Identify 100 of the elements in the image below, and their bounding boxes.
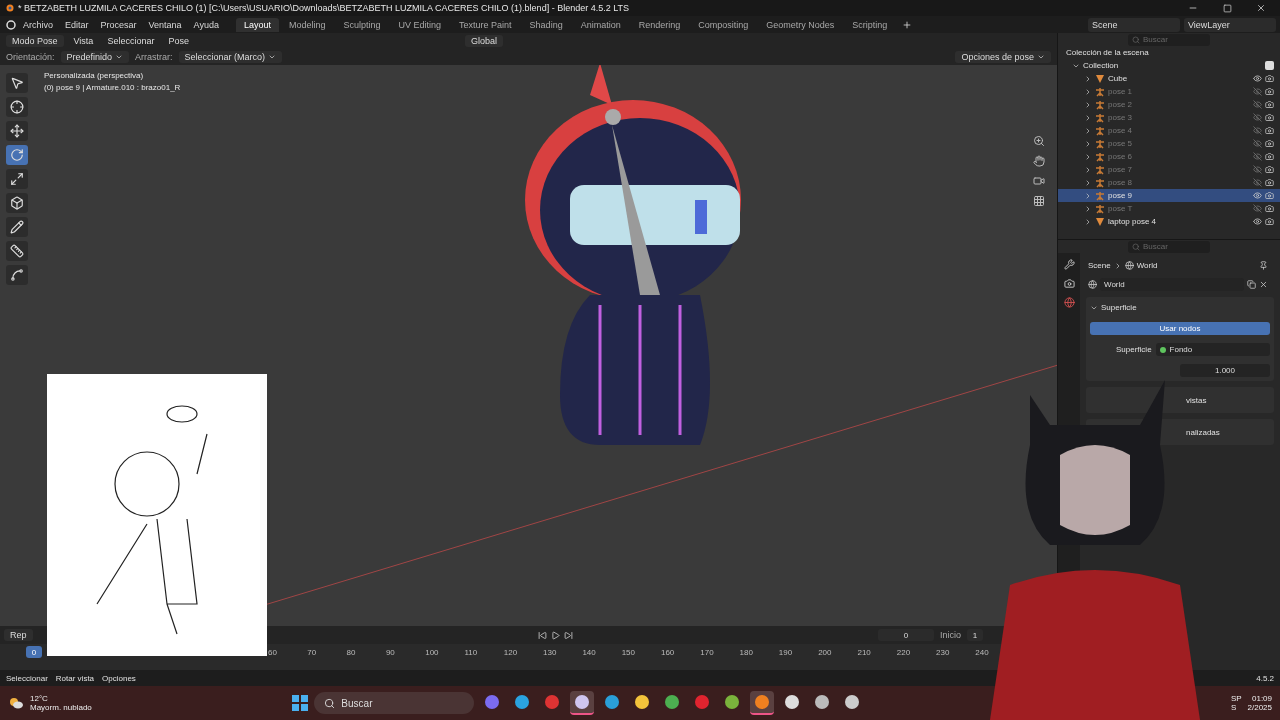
workspace-tab[interactable]: UV Editing (390, 17, 450, 32)
start-frame-field[interactable]: 1 (967, 629, 983, 641)
workspace-tab[interactable]: Compositing (690, 17, 757, 32)
breadcrumb-item[interactable]: World (1136, 261, 1158, 270)
eye-closed-icon[interactable] (1253, 87, 1262, 96)
menu-item[interactable]: Editar (60, 18, 94, 31)
tool-button[interactable] (6, 145, 28, 165)
tool-button[interactable] (6, 97, 28, 117)
workspace-tab[interactable]: Layout (235, 17, 279, 32)
world-field[interactable]: World (1100, 278, 1244, 291)
subpanel-title[interactable]: nalizadas (1186, 427, 1220, 437)
tool-button[interactable] (6, 73, 28, 93)
jump-end-button[interactable] (562, 630, 574, 640)
workspace-tab[interactable]: Scripting (844, 17, 896, 32)
camera-icon[interactable] (1063, 278, 1075, 289)
camera-icon[interactable] (1265, 178, 1274, 187)
language-code[interactable]: SP (1230, 694, 1242, 703)
camera-icon[interactable] (1265, 217, 1274, 226)
camera-icon[interactable] (1265, 74, 1274, 83)
3d-viewport[interactable]: Personalizada (perspectiva) (0) pose 9 | Armature.010 : brazo01_R (0, 65, 1057, 626)
zoom-button[interactable] (1031, 133, 1047, 149)
camera-icon[interactable] (1265, 87, 1274, 96)
copy-icon[interactable] (1247, 280, 1256, 289)
workspace-tab[interactable]: Sculpting (335, 17, 389, 32)
eye-icon[interactable] (1253, 217, 1262, 226)
camera-icon[interactable] (1265, 191, 1274, 200)
orientation-dropdown[interactable]: Global (464, 35, 503, 47)
panel-title[interactable]: Superficie (1101, 303, 1137, 312)
outliner-item[interactable]: pose 9 (1108, 191, 1133, 200)
grid-button[interactable] (1031, 193, 1047, 209)
menu-item[interactable]: Archivo (18, 18, 58, 31)
drag-dropdown[interactable]: Seleccionar (Marco) (178, 51, 283, 63)
viewport-menu[interactable]: Pose (164, 35, 193, 47)
mode-dropdown[interactable]: Modo Pose (6, 35, 64, 47)
pivot-dropdown[interactable]: Predefinido (60, 51, 130, 63)
eye-closed-icon[interactable] (1253, 204, 1262, 213)
breadcrumb-item[interactable]: Scene (1088, 261, 1111, 270)
camera-icon[interactable] (1265, 100, 1274, 109)
menu-item[interactable]: Ayuda (188, 18, 224, 31)
tool-button[interactable] (6, 121, 28, 141)
language-variant[interactable]: S (1230, 703, 1242, 712)
use-nodes-button[interactable]: Usar nodos (1090, 322, 1270, 335)
tool-button[interactable] (6, 169, 28, 189)
taskbar-app-button[interactable] (750, 691, 775, 715)
workspace-tab[interactable]: Shading (521, 17, 571, 32)
menu-item[interactable]: Ventana (143, 18, 187, 31)
windows-start-icon[interactable] (292, 695, 309, 711)
taskbar-app-button[interactable] (570, 691, 595, 715)
eye-closed-icon[interactable] (1253, 139, 1262, 148)
tool-button[interactable] (6, 265, 28, 285)
tool-button[interactable] (6, 193, 28, 213)
camera-icon[interactable] (1265, 113, 1274, 122)
scene-field[interactable]: Scene (1088, 17, 1180, 32)
eye-closed-icon[interactable] (1253, 100, 1262, 109)
eye-icon[interactable] (1253, 191, 1262, 200)
jump-start-button[interactable] (536, 630, 548, 640)
workspace-tab[interactable]: Rendering (630, 17, 689, 32)
eye-closed-icon[interactable] (1253, 165, 1262, 174)
eye-closed-icon[interactable] (1253, 152, 1262, 161)
collection-checkbox[interactable] (1265, 61, 1274, 70)
camera-icon[interactable] (1265, 139, 1274, 148)
playhead[interactable]: 0 (26, 646, 42, 658)
pin-icon[interactable] (1259, 261, 1268, 270)
strength-field[interactable]: 1.000 (1180, 364, 1270, 377)
camera-icon[interactable] (1265, 152, 1274, 161)
tool-button[interactable] (6, 241, 28, 261)
hand-button[interactable] (1031, 153, 1047, 169)
taskbar-search-field[interactable]: Buscar (314, 692, 475, 714)
blender-logo-icon[interactable] (4, 19, 16, 30)
camera-icon[interactable] (1265, 204, 1274, 213)
wrench-icon[interactable] (1063, 259, 1075, 270)
timeline-mode-dropdown[interactable]: Rep (4, 629, 33, 641)
viewport-menu[interactable]: Seleccionar (103, 35, 159, 47)
workspace-tab[interactable]: Geometry Nodes (758, 17, 843, 32)
tool-button[interactable] (6, 217, 28, 237)
outliner-item[interactable]: Collection (1083, 61, 1119, 70)
eye-closed-icon[interactable] (1253, 178, 1262, 187)
eye-closed-icon[interactable] (1253, 126, 1262, 135)
outliner-item[interactable]: Cube (1108, 74, 1128, 83)
eye-closed-icon[interactable] (1253, 113, 1262, 122)
outliner-row[interactable]: laptop pose 4 (1058, 215, 1280, 228)
eye-icon[interactable] (1253, 74, 1262, 83)
workspace-tab[interactable]: Modeling (281, 17, 334, 32)
viewport-menu[interactable]: Vista (69, 35, 98, 47)
camera-icon[interactable] (1265, 126, 1274, 135)
current-frame-field[interactable]: 0 (878, 629, 934, 641)
play-button[interactable] (549, 630, 561, 640)
outliner-row[interactable]: pose 9 (1058, 189, 1280, 202)
subpanel-title[interactable]: vistas (1186, 395, 1207, 405)
camera-icon[interactable] (1265, 165, 1274, 174)
close-icon[interactable] (1259, 280, 1268, 289)
view-layer-field[interactable]: ViewLayer (1184, 17, 1276, 32)
pose-options-dropdown[interactable]: Opciones de pose (955, 51, 1051, 63)
workspace-tab[interactable]: Animation (572, 17, 629, 32)
workspace-tab[interactable]: Texture Paint (451, 17, 520, 32)
globe-icon[interactable] (1063, 297, 1075, 308)
outliner-row[interactable]: Cube (1058, 72, 1280, 85)
surface-field[interactable]: Fondo (1155, 343, 1270, 356)
outliner-item[interactable]: laptop pose 4 (1108, 217, 1157, 226)
menu-item[interactable]: Procesar (95, 18, 142, 31)
